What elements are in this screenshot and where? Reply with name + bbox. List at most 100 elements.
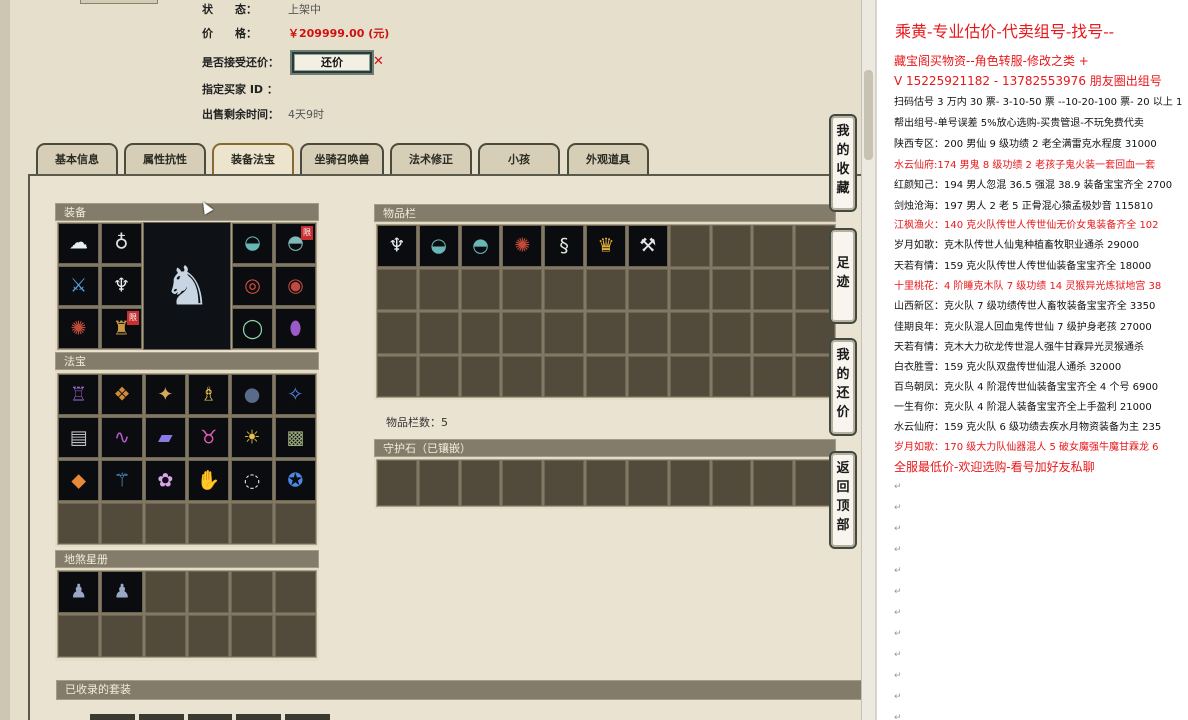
equip-slot[interactable]: ◓ 限 bbox=[275, 223, 316, 264]
document-line: 水云仙府：159 克火队 6 级功绩去疾水月物资装备为主 235 bbox=[894, 422, 1162, 433]
fabao-title: 法宝 bbox=[55, 352, 319, 370]
my-favorites-button[interactable]: 我的收藏 bbox=[829, 114, 857, 212]
inventory-slot[interactable]: ◒ bbox=[418, 225, 459, 267]
close-icon[interactable]: ✕ bbox=[373, 54, 384, 69]
document-line: 全服最低价-欢迎选购-看号加好友私聊 bbox=[894, 460, 1095, 474]
top-box bbox=[80, 0, 158, 4]
back-to-top-button[interactable]: 返回顶部 bbox=[829, 451, 857, 549]
equip-slot[interactable]: ◒ bbox=[232, 223, 273, 264]
inventory-slot-empty bbox=[711, 268, 752, 310]
equip-slot[interactable]: ♁ bbox=[101, 223, 142, 264]
guard-stone-slot bbox=[377, 460, 417, 506]
inventory-slot[interactable]: ✺ bbox=[502, 225, 543, 267]
inventory-slot-empty bbox=[586, 312, 626, 354]
fabao-slot[interactable]: ◆ bbox=[58, 460, 100, 501]
fabao-slot[interactable]: ✪ bbox=[274, 460, 316, 501]
tab-attributes[interactable]: 属性抗性 bbox=[124, 143, 206, 176]
equip-slot[interactable]: ✺ bbox=[58, 308, 99, 349]
document-line: 佳期良年：克火队混人回血鬼传世仙 7 级护身老孩 27000 bbox=[894, 322, 1152, 333]
star-book-slot-empty bbox=[101, 615, 143, 657]
fabao-slot[interactable]: ♖ bbox=[58, 374, 100, 415]
star-book-slot-empty bbox=[231, 571, 273, 613]
inventory-slot[interactable]: § bbox=[544, 225, 585, 267]
scroll-icon: ❖ bbox=[113, 383, 131, 405]
guard-stone-slot bbox=[418, 460, 459, 506]
fabao-slot[interactable]: ✿ bbox=[144, 460, 186, 501]
bracelet-icon: ◓ bbox=[472, 234, 489, 257]
character-model: ♞ bbox=[143, 222, 231, 350]
document-line: 岁月如歌：克木队传世人仙鬼种植畜牧职业通杀 29000 bbox=[894, 240, 1139, 251]
crystal-icon: ✧ bbox=[287, 383, 304, 405]
document-line: 白衣胜雪：159 克火队双盘传世仙混人通杀 32000 bbox=[894, 362, 1122, 373]
equip-slot[interactable]: ☁ bbox=[58, 223, 99, 264]
tab-spells[interactable]: 法术修正 bbox=[390, 143, 472, 176]
equip-slot[interactable]: ♜ 限 bbox=[101, 308, 142, 349]
inventory-slot-empty bbox=[711, 225, 752, 267]
inventory-slot-empty bbox=[544, 355, 585, 397]
equip-slot[interactable]: ◎ bbox=[232, 265, 273, 307]
scrollbar[interactable] bbox=[861, 0, 875, 720]
inventory-slot-empty bbox=[418, 312, 459, 354]
limited-badge: 限 bbox=[127, 311, 139, 326]
fabao-slot[interactable]: ✧ bbox=[274, 374, 316, 415]
fabao-slot[interactable]: ♗ bbox=[187, 374, 230, 415]
star-book-slot[interactable]: ♟ bbox=[58, 571, 100, 613]
fabao-slot[interactable]: ● bbox=[231, 374, 273, 415]
tab-children[interactable]: 小孩 bbox=[478, 143, 560, 176]
fabao-slot[interactable]: ✋ bbox=[187, 460, 230, 501]
inventory-slot-empty bbox=[753, 268, 794, 310]
inventory-slot-empty bbox=[460, 355, 501, 397]
status-label: 状 态： bbox=[202, 3, 257, 16]
fabao-slot[interactable]: ▤ bbox=[58, 417, 100, 458]
inventory-slot[interactable]: ⚒ bbox=[627, 225, 668, 267]
equip-slot[interactable]: ◉ bbox=[275, 265, 316, 307]
star-book-slot-empty bbox=[274, 615, 316, 657]
fabao-slot[interactable]: ☀ bbox=[231, 417, 273, 458]
fabao-slot[interactable]: ⚚ bbox=[101, 460, 143, 501]
fabao-slot[interactable]: ∿ bbox=[101, 417, 143, 458]
inventory-slot[interactable]: ♛ bbox=[586, 225, 626, 267]
fabao-slot[interactable]: ❖ bbox=[101, 374, 143, 415]
tab-appearance[interactable]: 外观道具 bbox=[567, 143, 649, 176]
fabao-slot[interactable]: ♉ bbox=[187, 417, 230, 458]
inventory-slot-empty bbox=[669, 268, 710, 310]
fabao-slot[interactable]: ✦ bbox=[144, 374, 186, 415]
my-offers-button[interactable]: 我的还价 bbox=[829, 338, 857, 436]
inventory-slot[interactable]: ◓ bbox=[460, 225, 501, 267]
suits-row bbox=[90, 714, 330, 720]
inventory-slot-empty bbox=[377, 312, 417, 354]
fabao-slot[interactable]: ▰ bbox=[144, 417, 186, 458]
tab-mounts-summons[interactable]: 坐骑召唤兽 bbox=[300, 143, 384, 176]
fabao-slot-empty bbox=[274, 503, 316, 544]
guard-stone-slot bbox=[669, 460, 710, 506]
fabao-slot[interactable]: ▩ bbox=[274, 417, 316, 458]
guard-stone-slot bbox=[460, 460, 501, 506]
collar-icon: ◯ bbox=[241, 317, 264, 340]
inventory-slot-empty bbox=[377, 268, 417, 310]
price-label: 价 格： bbox=[202, 27, 257, 40]
star-book-slot[interactable]: ♟ bbox=[101, 571, 143, 613]
document-line: 百鸟朝凤：克火队 4 阶混传世仙装备宝宝齐全 4 个号 6900 bbox=[894, 382, 1159, 393]
document-title: 乘黄-专业估价-代卖组号-找号-- bbox=[895, 22, 1115, 41]
guard-stone-slot bbox=[627, 460, 668, 506]
tab-label: 外观道具 bbox=[586, 153, 630, 166]
document-line: 帮出组号-单号误差 5%放心选购-买贵管退-不玩免费代卖 bbox=[894, 118, 1144, 129]
fabao-slot[interactable]: ◌ bbox=[231, 460, 273, 501]
document-line: V 15225921182 - 13782553976 朋友圈出组号 bbox=[894, 74, 1162, 88]
tab-equipment[interactable]: 装备法宝 bbox=[212, 143, 294, 176]
paragraph-mark-icon: ↵ bbox=[894, 524, 902, 534]
inventory-slot-empty bbox=[711, 355, 752, 397]
counter-offer-button[interactable]: 还价 bbox=[290, 50, 374, 75]
equip-slot[interactable]: ⚔ bbox=[58, 265, 99, 307]
tab-basic-info[interactable]: 基本信息 bbox=[36, 143, 118, 176]
document-line: 江枫渔火：140 克火队传世人传世仙无价女鬼装备齐全 102 bbox=[894, 220, 1159, 231]
fabao-slot-empty bbox=[144, 503, 186, 544]
sword-icon: ⚚ bbox=[113, 469, 131, 491]
inventory-panel: 物品栏 ♆ ◒ ◓ ✺ § ♛ ⚒ bbox=[374, 204, 836, 400]
equip-slot[interactable]: ◯ bbox=[232, 308, 273, 349]
scrollbar-thumb[interactable] bbox=[864, 70, 873, 160]
inventory-slot[interactable]: ♆ bbox=[377, 225, 417, 267]
equip-slot[interactable]: ♆ bbox=[101, 265, 142, 307]
equip-slot[interactable]: ⬮ bbox=[275, 308, 316, 349]
footprint-button[interactable]: 足迹 bbox=[829, 228, 857, 324]
